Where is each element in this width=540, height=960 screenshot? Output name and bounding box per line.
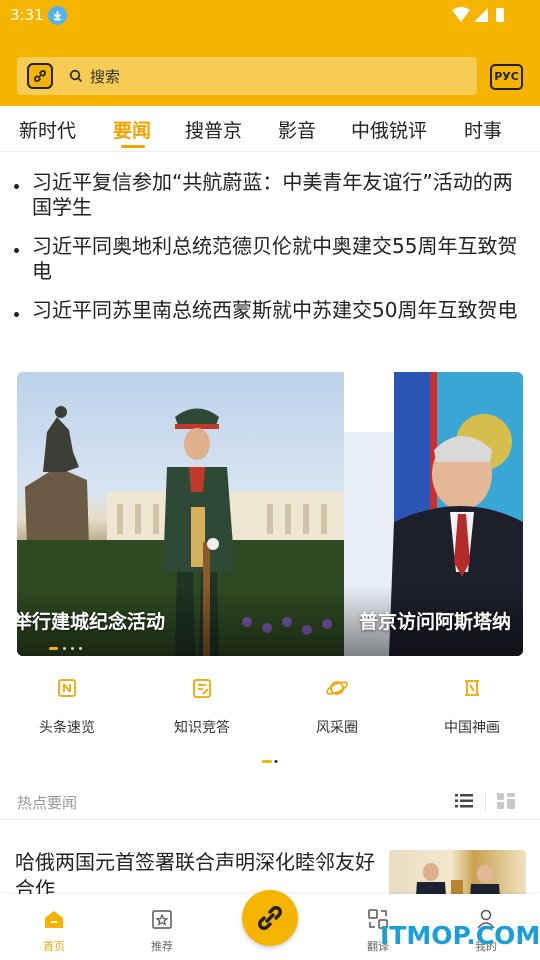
tab-current-affairs[interactable]: 时事: [464, 116, 502, 143]
tab-sino-russian-commentary[interactable]: 中俄锐评: [351, 116, 427, 143]
carousel-slide[interactable]: 普京访问阿斯塔纳: [344, 372, 523, 656]
divider: [485, 792, 486, 810]
star-frame-icon: [152, 910, 172, 929]
slide-caption: 普京访问阿斯塔纳: [359, 611, 512, 633]
carousel-slide[interactable]: 举行建城纪念活动: [17, 372, 344, 656]
signal-icon: [474, 8, 488, 22]
quick-item-label: 中国神画: [444, 720, 500, 736]
list-view-icon[interactable]: [455, 794, 473, 808]
quick-item-label: 知识竞答: [174, 720, 230, 736]
hot-news-header: 热点要闻: [0, 782, 540, 820]
quick-item-style-circle[interactable]: 风采圈: [277, 676, 397, 737]
tab-media[interactable]: 影音: [278, 116, 316, 143]
section-title: 热点要闻: [17, 794, 78, 812]
center-link-button[interactable]: [242, 890, 298, 946]
battery-icon: [496, 8, 504, 22]
tab-key-news[interactable]: 要闻: [113, 116, 151, 143]
bullet-icon: [14, 248, 19, 253]
home-icon: [45, 911, 63, 928]
wifi-icon: [452, 7, 470, 22]
link-icon: [258, 906, 282, 930]
carousel-indicator: [49, 647, 109, 651]
bullet-icon: [14, 312, 19, 317]
status-time: 3:31: [10, 6, 44, 24]
quick-menu: 头条速览 知识竞答 风采圈 中国神画: [0, 676, 540, 746]
grid-view-icon[interactable]: [497, 793, 515, 809]
top-header: 3:31 搜索 РУС: [0, 0, 540, 106]
carousel-dot: [79, 647, 82, 650]
nav-label: 首页: [43, 940, 65, 953]
bookmark-icon: [58, 679, 76, 697]
carousel-dot: [71, 647, 74, 650]
search-bar[interactable]: 搜索: [17, 57, 477, 95]
search-row: 搜索 РУС: [0, 56, 540, 96]
nav-label: 推荐: [151, 940, 173, 953]
status-icons: [452, 7, 504, 22]
download-icon: [48, 6, 67, 25]
nav-recommend[interactable]: 推荐: [132, 908, 192, 954]
carousel-dot: [63, 647, 66, 650]
site-watermark: ITMOP.COM: [380, 921, 540, 950]
quick-item-headline-briefing[interactable]: 头条速览: [7, 676, 127, 737]
slide-caption: 举行建城纪念活动: [17, 611, 166, 633]
tab-search-putin[interactable]: 搜普京: [185, 116, 242, 143]
category-tabs: 新时代 要闻 搜普京 影音 中俄锐评 时事: [0, 106, 540, 152]
headline-text: 习近平同奥地利总统范德贝伦就中奥建交55周年互致贺电: [32, 234, 518, 283]
carousel-dot-active: [49, 647, 58, 650]
active-tab-indicator: [121, 145, 145, 148]
quick-item-label: 风采圈: [316, 720, 358, 736]
status-bar: 3:31: [0, 0, 540, 30]
quick-item-quiz[interactable]: 知识竞答: [142, 676, 262, 737]
quiz-icon: [193, 679, 211, 698]
nav-home[interactable]: 首页: [24, 908, 84, 954]
language-button[interactable]: РУС: [490, 64, 523, 90]
news-carousel[interactable]: 举行建城纪念活动 普京访问阿斯塔纳: [17, 372, 523, 656]
search-placeholder: 搜索: [90, 68, 121, 86]
quick-item-label: 头条速览: [39, 720, 95, 736]
planet-icon: [326, 681, 348, 695]
tab-new-era[interactable]: 新时代: [19, 116, 76, 143]
scroll-painting-icon: [465, 680, 479, 696]
headline-text: 习近平同苏里南总统西蒙斯就中苏建交50周年互致贺电: [32, 298, 518, 322]
link-icon[interactable]: [27, 63, 53, 89]
headline-text: 习近平复信参加“共航蔚蓝：中美青年友谊行”活动的两国学生: [32, 170, 513, 219]
search-icon: [69, 69, 83, 83]
bullet-icon: [14, 184, 19, 189]
quick-menu-page-indicator: [262, 760, 278, 763]
quick-item-china-painting[interactable]: 中国神画: [412, 676, 532, 737]
